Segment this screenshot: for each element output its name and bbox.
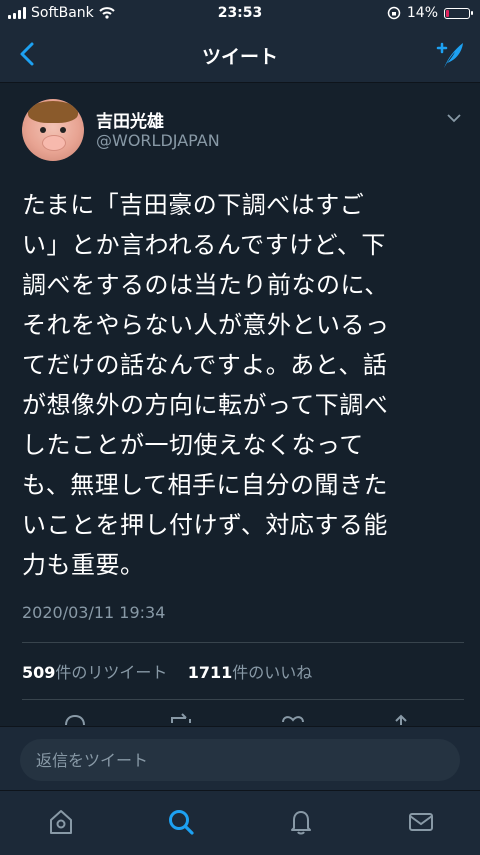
- like-icon[interactable]: [280, 713, 306, 725]
- chevron-down-icon[interactable]: [446, 113, 462, 123]
- retweet-stat[interactable]: 509件のリツイート: [22, 663, 167, 682]
- tweet-text: たまに「吉田豪の下調べはすご い」とか言われるんですけど、下 調べをするのは当た…: [22, 185, 460, 585]
- reply-input[interactable]: [20, 739, 460, 781]
- tweet-text-line: それをやらない人が意外といるっ: [22, 311, 390, 339]
- tweet-timestamp: 2020/03/11 19:34: [22, 603, 166, 622]
- search-icon[interactable]: [166, 807, 196, 837]
- reply-bar: [0, 726, 480, 791]
- battery-percent: 14%: [406, 5, 438, 21]
- tweet-text-line: いことを押し付けず、対応する能: [22, 511, 388, 539]
- page-title: ツイート: [201, 46, 278, 68]
- author-name[interactable]: 吉田光雄: [96, 107, 164, 132]
- author-handle[interactable]: @WORLDJAPAN: [96, 131, 220, 150]
- messages-icon[interactable]: [406, 807, 436, 837]
- compose-tweet-icon[interactable]: [432, 38, 466, 72]
- status-bar: SoftBank 23:53 14%: [0, 0, 480, 28]
- retweet-icon[interactable]: [168, 713, 194, 725]
- tweet-stats: 509件のリツイート 1711件のいいね: [22, 659, 312, 683]
- tweet-text-line: 調べをするのは当たり前なのに、: [22, 271, 389, 299]
- reply-icon[interactable]: [62, 713, 88, 725]
- divider: [22, 642, 464, 643]
- tweet-text-line: したことが一切使えなくなって: [22, 431, 364, 459]
- tweet-text-line: てだけの話なんですよ。あと、話: [22, 351, 388, 379]
- tweet-text-line: 力も重要。: [22, 551, 145, 579]
- status-right: 14%: [387, 5, 473, 21]
- tweet-text-line: い」とか言われるんですけど、下: [22, 231, 386, 259]
- battery-icon: [444, 7, 473, 19]
- home-icon[interactable]: [46, 807, 76, 837]
- tweet-detail: 吉田光雄 @WORLDJAPAN たまに「吉田豪の下調べはすご い」とか言われる…: [0, 83, 480, 725]
- tweet-text-line: が想像外の方向に転がって下調べ: [22, 391, 389, 419]
- divider: [22, 699, 464, 700]
- like-count: 1711: [187, 663, 233, 682]
- avatar[interactable]: [22, 99, 84, 161]
- like-stat[interactable]: 1711件のいいね: [188, 663, 313, 682]
- like-label: 件のいいね: [232, 663, 313, 682]
- retweet-count: 509: [22, 663, 56, 682]
- tab-bar: [0, 790, 480, 855]
- notifications-icon[interactable]: [286, 807, 316, 837]
- rotation-lock-icon: [387, 6, 401, 20]
- nav-bar: ツイート: [0, 28, 480, 83]
- share-icon[interactable]: [388, 713, 414, 725]
- retweet-label: 件のリツイート: [55, 663, 168, 682]
- tweet-text-line: も、無理して相手に自分の聞きた: [22, 471, 389, 499]
- tweet-text-line: たまに「吉田豪の下調べはすご: [22, 191, 365, 219]
- tweet-actions: [0, 711, 480, 725]
